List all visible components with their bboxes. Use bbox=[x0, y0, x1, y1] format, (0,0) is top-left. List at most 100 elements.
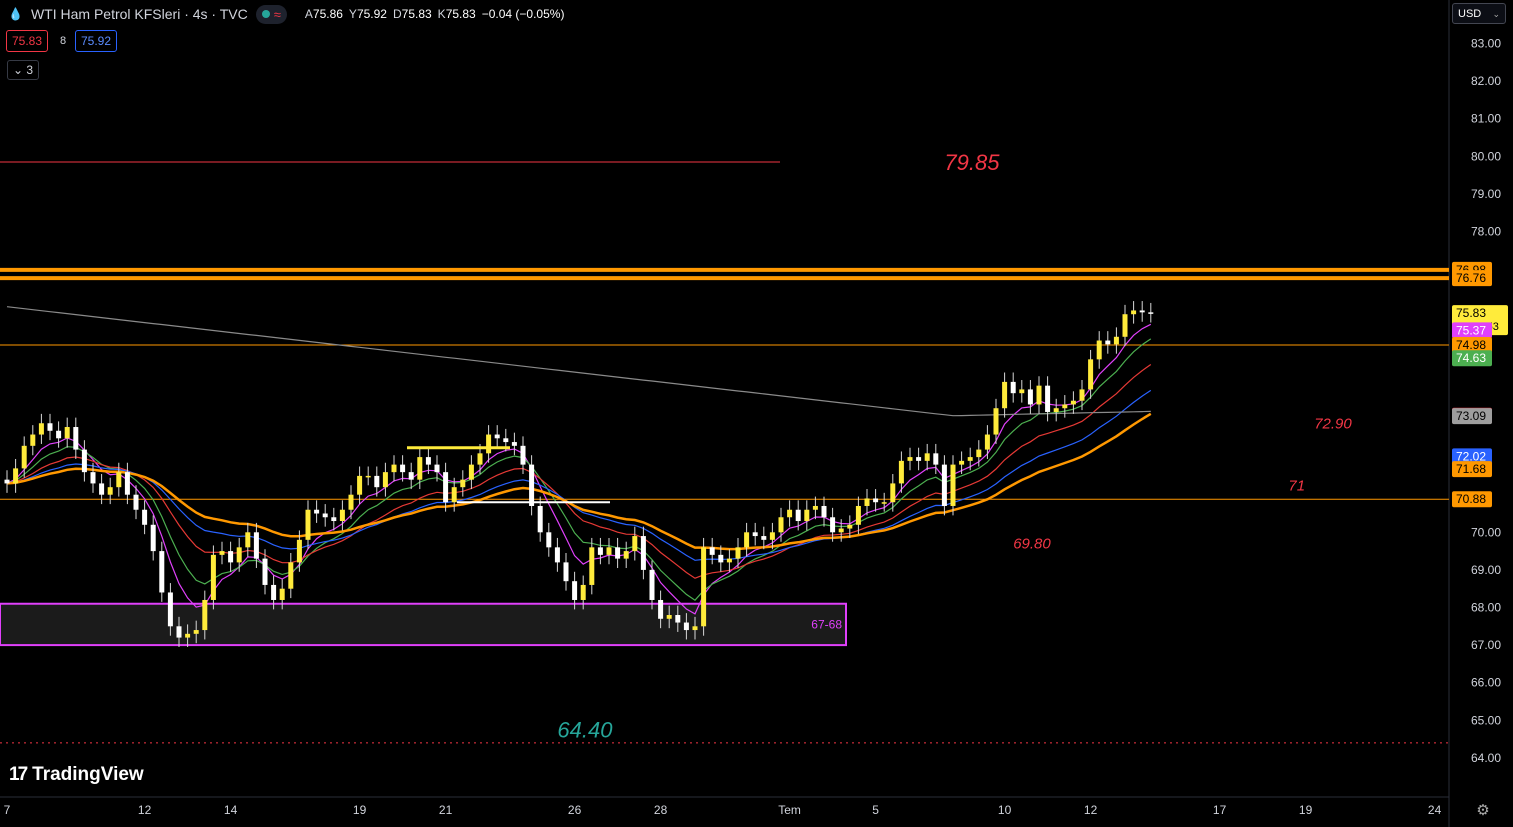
price-tick-11: 65.00 bbox=[1471, 713, 1501, 727]
candle-body bbox=[1053, 408, 1059, 412]
candle-body bbox=[253, 532, 259, 559]
candle-body bbox=[580, 584, 586, 600]
candle-body bbox=[855, 505, 861, 525]
candle-body bbox=[107, 487, 113, 495]
candle-body bbox=[701, 547, 707, 627]
candle-body bbox=[176, 626, 182, 638]
ema-slow-line bbox=[6, 389, 1152, 561]
candle-body bbox=[520, 445, 526, 465]
price-tick-3: 80.00 bbox=[1471, 149, 1501, 163]
currency-select[interactable]: USD ⌄ bbox=[1452, 3, 1506, 24]
time-tick-5: 26 bbox=[568, 803, 582, 817]
ma-200-line bbox=[6, 306, 1151, 417]
sell-price-button[interactable]: 75.83 bbox=[6, 30, 49, 52]
candle-body bbox=[718, 554, 724, 563]
candle-body bbox=[898, 460, 904, 484]
candle-body bbox=[374, 475, 380, 488]
price-tick-5: 78.00 bbox=[1471, 225, 1501, 239]
price-label-10: 70.88 bbox=[1456, 492, 1486, 506]
market-open-icon bbox=[261, 10, 270, 18]
candle-body bbox=[236, 547, 242, 563]
time-tick-0: 7 bbox=[4, 803, 11, 817]
candle-body bbox=[133, 494, 139, 510]
candle-body bbox=[735, 547, 741, 559]
candle-body bbox=[795, 509, 801, 522]
price-label-1: 76.76 bbox=[1456, 271, 1486, 285]
candle-body bbox=[443, 472, 449, 503]
candle-body bbox=[64, 427, 70, 439]
price-label-2: 75.83 bbox=[1456, 306, 1486, 320]
price-tick-4: 79.00 bbox=[1471, 187, 1501, 201]
candle-body bbox=[675, 615, 681, 623]
price-tick-10: 66.00 bbox=[1471, 676, 1501, 690]
candle-body bbox=[623, 551, 629, 559]
candle-body bbox=[210, 554, 216, 600]
gear-icon[interactable]: ⚙ bbox=[1474, 801, 1492, 819]
symbol-title[interactable]: WTI Ham Petrol KFSleri · 4s · TVC bbox=[31, 6, 248, 22]
candle-body bbox=[924, 453, 930, 461]
buy-price-button[interactable]: 75.92 bbox=[75, 30, 118, 52]
time-tick-9: 10 bbox=[998, 803, 1012, 817]
candle-body bbox=[193, 630, 199, 634]
price-tick-8: 68.00 bbox=[1471, 601, 1501, 615]
candle-body bbox=[262, 558, 268, 585]
price-tick-1: 82.00 bbox=[1471, 74, 1501, 88]
ohlc-values: A75.86 Y75.92 D75.83 K75.83 −0.04 (−0.05… bbox=[304, 7, 565, 21]
candle-body bbox=[468, 464, 474, 480]
price-label-9: 71.68 bbox=[1456, 462, 1486, 476]
candle-body bbox=[279, 588, 285, 600]
candle-body bbox=[589, 547, 595, 585]
time-tick-10: 12 bbox=[1084, 803, 1098, 817]
candle-body bbox=[881, 502, 887, 504]
candle-body bbox=[382, 472, 388, 488]
price-chart[interactable]: 67-68 79.85 64.40 72.90 71 69.80 83.00 82.00 81.… bbox=[0, 0, 1513, 827]
candle-body bbox=[529, 464, 535, 506]
annotation-label-4: 69.80 bbox=[1013, 536, 1051, 553]
candle-body bbox=[357, 475, 363, 495]
candle-body bbox=[873, 498, 879, 503]
candle-body bbox=[907, 457, 913, 461]
ema-short-line bbox=[6, 338, 1152, 601]
candle-body bbox=[142, 509, 148, 525]
candle-body bbox=[890, 483, 896, 503]
candle-body bbox=[228, 551, 234, 563]
price-label-3: 75.37 bbox=[1456, 323, 1486, 337]
symbol-drop-icon: 💧 bbox=[8, 7, 23, 21]
candle-body bbox=[1070, 400, 1076, 405]
candle-body bbox=[339, 509, 345, 522]
candle-body bbox=[81, 449, 87, 473]
candle-body bbox=[511, 442, 517, 446]
candle-body bbox=[219, 551, 225, 555]
candle-body bbox=[959, 460, 965, 465]
candle-body bbox=[744, 532, 750, 548]
price-tick-6: 70.00 bbox=[1471, 525, 1501, 539]
candle-body bbox=[1036, 385, 1042, 405]
candle-body bbox=[1122, 314, 1128, 337]
change-value: −0.04 (−0.05%) bbox=[481, 7, 565, 21]
indicators-toggle[interactable]: ⌄ 3 bbox=[7, 60, 40, 80]
delay-icon: ≈ bbox=[273, 6, 281, 22]
candle-body bbox=[348, 494, 354, 510]
candle-body bbox=[288, 562, 294, 589]
tradingview-logo-icon: 17 bbox=[9, 764, 28, 785]
annotation-label-3: 71 bbox=[1288, 477, 1305, 494]
annotation-label-1: 64.40 bbox=[557, 718, 613, 743]
market-status[interactable]: ≈ bbox=[255, 4, 287, 24]
candle-body bbox=[984, 434, 990, 450]
candle-body bbox=[572, 581, 578, 600]
candle-body bbox=[486, 434, 492, 454]
time-tick-11: 17 bbox=[1213, 803, 1227, 817]
ema-mid-line bbox=[6, 364, 1152, 579]
price-tick-12: 64.00 bbox=[1471, 751, 1501, 765]
candle-body bbox=[1019, 389, 1025, 394]
candle-body bbox=[1096, 340, 1102, 360]
annotation-label-0: 79.85 bbox=[944, 150, 1000, 175]
candle-body bbox=[916, 457, 922, 461]
candle-body bbox=[425, 457, 431, 465]
candle-body bbox=[99, 483, 105, 495]
time-tick-4: 21 bbox=[439, 803, 453, 817]
time-tick-7: Tem bbox=[778, 803, 801, 817]
candle-body bbox=[73, 427, 79, 450]
candle-body bbox=[804, 509, 810, 522]
candle-body bbox=[933, 453, 939, 465]
